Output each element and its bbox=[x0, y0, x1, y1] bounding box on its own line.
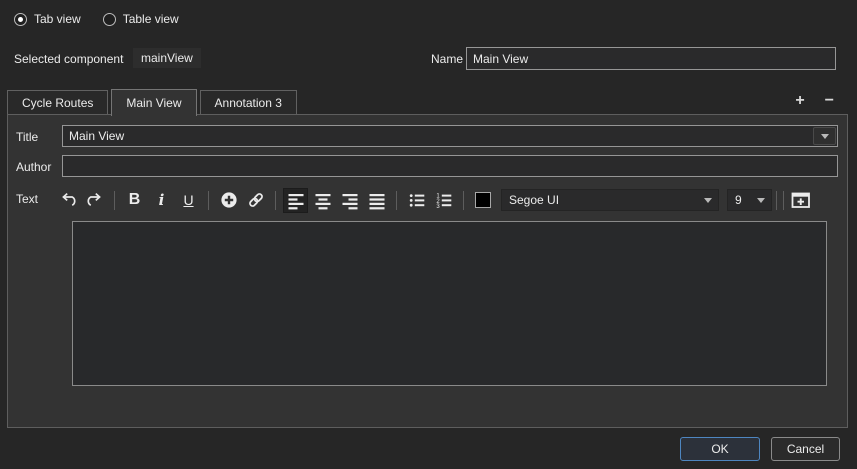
toolbar-separator bbox=[208, 190, 209, 210]
undo-icon bbox=[61, 192, 76, 206]
undo-button[interactable] bbox=[55, 188, 80, 213]
insert-table-icon bbox=[791, 192, 810, 208]
italic-button[interactable]: i bbox=[149, 188, 174, 213]
redo-button[interactable] bbox=[82, 188, 107, 213]
chevron-down-icon bbox=[820, 133, 829, 139]
plus-circle-icon bbox=[220, 192, 237, 208]
title-combobox bbox=[62, 125, 838, 147]
font-color-swatch bbox=[475, 192, 491, 208]
numbered-list-button[interactable]: 1 2 3 bbox=[431, 188, 456, 213]
font-size-select[interactable]: 9 bbox=[727, 189, 772, 211]
align-justify-button[interactable] bbox=[364, 188, 389, 213]
toolbar-separator bbox=[463, 190, 464, 210]
radio-tab-view[interactable]: Tab view bbox=[14, 12, 81, 26]
align-right-icon bbox=[342, 194, 357, 210]
selected-component-label: Selected component bbox=[14, 52, 124, 66]
toolbar-separator bbox=[275, 190, 276, 210]
font-family-select[interactable]: Segoe UI bbox=[501, 189, 719, 211]
author-input[interactable] bbox=[62, 155, 838, 177]
redo-icon bbox=[86, 192, 101, 206]
insert-symbol-button[interactable] bbox=[216, 188, 241, 213]
font-color-button[interactable] bbox=[471, 188, 495, 212]
tab-tools: + − bbox=[793, 93, 848, 115]
bullet-list-button[interactable] bbox=[404, 188, 429, 213]
name-label: Name bbox=[431, 52, 464, 66]
font-size-value: 9 bbox=[735, 193, 742, 207]
selected-component-value: mainView bbox=[133, 48, 201, 68]
insert-table-button[interactable] bbox=[788, 188, 813, 213]
view-toggle-group: Tab view Table view bbox=[14, 12, 179, 26]
author-label: Author bbox=[16, 160, 52, 174]
tab-bar: Cycle Routes Main View Annotation 3 + − bbox=[7, 88, 848, 116]
title-label: Title bbox=[16, 130, 39, 144]
align-center-button[interactable] bbox=[310, 188, 335, 213]
toolbar-separator bbox=[114, 190, 115, 210]
chevron-down-icon bbox=[757, 197, 765, 203]
title-dropdown-button[interactable] bbox=[813, 127, 836, 145]
svg-text:3: 3 bbox=[436, 204, 440, 210]
radio-selected-icon bbox=[14, 12, 27, 26]
align-left-button[interactable] bbox=[283, 187, 308, 213]
ok-button[interactable]: OK bbox=[680, 437, 760, 461]
remove-tab-button[interactable]: − bbox=[823, 93, 836, 109]
align-left-icon bbox=[288, 194, 303, 210]
radio-tab-view-label: Tab view bbox=[34, 12, 81, 26]
tab-main-view[interactable]: Main View bbox=[111, 89, 197, 116]
chevron-down-icon bbox=[704, 197, 712, 203]
font-family-value: Segoe UI bbox=[509, 193, 560, 207]
text-label: Text bbox=[16, 192, 39, 206]
toolbar-separator bbox=[776, 190, 777, 210]
name-input[interactable] bbox=[466, 47, 836, 70]
radio-unselected-icon bbox=[102, 12, 116, 26]
toolbar-separator bbox=[783, 190, 784, 210]
title-input[interactable] bbox=[63, 126, 812, 146]
hyperlink-button[interactable] bbox=[243, 188, 268, 213]
align-center-icon bbox=[315, 194, 330, 210]
bold-button[interactable]: B bbox=[122, 188, 147, 213]
dialog: Tab view Table view Selected component m… bbox=[0, 0, 857, 469]
richtext-toolbar: B i U 1 2 3 Segoe UI 9 bbox=[55, 186, 841, 214]
toolbar-separator bbox=[396, 190, 397, 210]
link-icon bbox=[248, 193, 263, 207]
underline-button[interactable]: U bbox=[176, 188, 201, 213]
richtext-editor[interactable] bbox=[72, 221, 827, 386]
tab-annotation-3[interactable]: Annotation 3 bbox=[199, 90, 297, 115]
tab-cycle-routes[interactable]: Cycle Routes bbox=[7, 90, 109, 115]
add-tab-button[interactable]: + bbox=[793, 93, 806, 109]
radio-table-view-label: Table view bbox=[122, 12, 179, 26]
align-justify-icon bbox=[369, 194, 384, 210]
tab-content-panel: Title Author Text B i U bbox=[7, 114, 848, 428]
numbered-list-icon: 1 2 3 bbox=[436, 193, 451, 210]
cancel-button[interactable]: Cancel bbox=[771, 437, 840, 461]
align-right-button[interactable] bbox=[337, 188, 362, 213]
bullet-list-icon bbox=[409, 194, 424, 207]
radio-table-view[interactable]: Table view bbox=[102, 12, 179, 26]
